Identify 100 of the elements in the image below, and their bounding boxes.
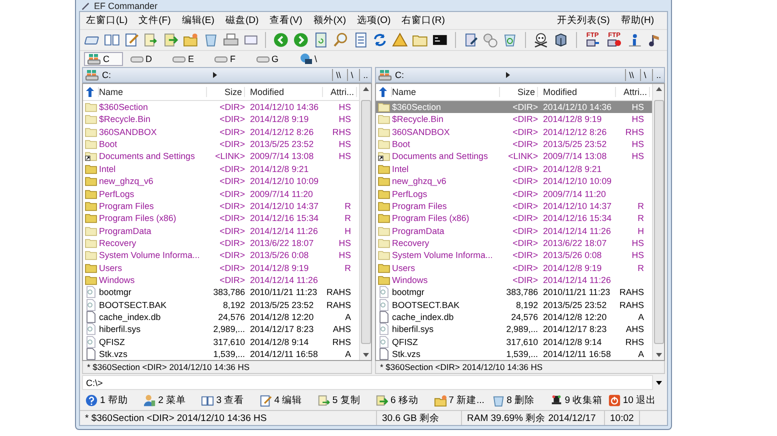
file-row[interactable]: bootmgr 383,786 2010/11/21 11:23 RAHS (376, 286, 652, 298)
menu-item[interactable]: 额外(X) (311, 13, 355, 28)
path-nav-button[interactable]: \\ (332, 69, 344, 81)
function-key-button[interactable]: 10 退出 (606, 394, 664, 407)
file-row[interactable]: bootmgr 383,786 2010/11/21 11:23 RAHS (83, 286, 359, 298)
column-header[interactable]: Name (392, 86, 500, 97)
function-key-button[interactable]: 6 移动 (373, 394, 432, 407)
file-row[interactable]: Windows <DIR> 2014/12/14 11:26 (83, 274, 359, 286)
column-header[interactable]: Attri... (323, 86, 357, 97)
drive-button[interactable]: C (84, 52, 122, 66)
file-row[interactable]: hiberfil.sys 2,989,... 2014/12/17 8:23 AHS (376, 323, 652, 336)
warning-icon[interactable] (392, 32, 408, 48)
column-header[interactable]: Modified (538, 86, 616, 97)
file-row[interactable]: 360SANDBOX <DIR> 2014/12/12 8:26 RHS (83, 126, 359, 138)
page-arrow-icon[interactable] (143, 32, 160, 48)
bucket-refresh-icon[interactable] (502, 32, 518, 48)
file-row[interactable]: hiberfil.sys 2,989,... 2014/12/17 8:23 AHS (83, 323, 359, 336)
file-row[interactable]: Stk.vzs 1,539,... 2014/12/11 16:58 A (376, 348, 652, 360)
file-row[interactable]: new_ghzq_v6 <DIR> 2014/12/10 10:09 (376, 175, 652, 188)
terminal-icon[interactable] (432, 32, 448, 48)
search-icon[interactable] (332, 32, 349, 48)
file-row[interactable]: System Volume Informa... <DIR> 2013/5/26 0:08 HS (83, 249, 359, 262)
drive-button[interactable]: E (169, 52, 208, 66)
function-key-button[interactable]: 3 查看 (199, 394, 258, 407)
drive-button[interactable]: \ (296, 52, 330, 66)
file-row[interactable]: Users <DIR> 2014/12/8 9:19 R (83, 261, 359, 274)
function-key-button[interactable]: 4 编辑 (257, 394, 316, 407)
info-icon[interactable] (627, 32, 644, 48)
notepad-pen-icon[interactable] (124, 32, 140, 48)
column-header[interactable]: Size (207, 86, 245, 97)
scroll-up-icon[interactable] (656, 87, 662, 91)
bucket-icon[interactable] (202, 32, 219, 48)
menu-item[interactable]: 右窗口(R) (400, 13, 454, 28)
file-row[interactable]: Documents and Settings <LINK> 2009/7/14 13:08 HS (83, 150, 359, 163)
function-key-button[interactable]: 5 复制 (315, 394, 374, 407)
skull-icon[interactable] (533, 32, 549, 48)
file-row[interactable]: Program Files (x86) <DIR> 2014/12/16 15:34 R (83, 212, 359, 224)
file-row[interactable]: PerfLogs <DIR> 2009/7/14 11:20 (83, 187, 359, 200)
file-row[interactable]: System Volume Informa... <DIR> 2013/5/26 0:08 HS (376, 249, 652, 262)
function-key-button[interactable]: 7 新建... (432, 394, 490, 407)
file-row[interactable]: Boot <DIR> 2013/5/25 23:52 HS (376, 138, 652, 150)
file-row[interactable]: ProgramData <DIR> 2014/12/14 11:26 H (376, 224, 652, 237)
path-nav-button[interactable]: .. (652, 69, 664, 81)
menu-item[interactable]: 查看(V) (268, 13, 312, 28)
file-row[interactable]: Recovery <DIR> 2013/6/22 18:07 HS (83, 236, 359, 250)
folder-star-icon[interactable] (183, 32, 199, 48)
menu-item[interactable]: 左窗口(L) (84, 13, 137, 28)
file-row[interactable]: Boot <DIR> 2013/5/25 23:52 HS (83, 138, 359, 150)
file-row[interactable]: $360Section <DIR> 2014/12/10 14:36 HS (83, 100, 359, 114)
menu-item[interactable]: 编辑(E) (180, 13, 224, 28)
document-icon[interactable] (352, 32, 368, 48)
file-row[interactable]: Intel <DIR> 2014/12/8 9:21 (83, 162, 359, 175)
file-row[interactable]: Users <DIR> 2014/12/8 9:19 R (376, 261, 652, 274)
file-row[interactable]: new_ghzq_v6 <DIR> 2014/12/10 10:09 (83, 175, 359, 188)
file-row[interactable]: Stk.vzs 1,539,... 2014/12/11 16:58 A (83, 348, 359, 360)
file-row[interactable]: Recovery <DIR> 2013/6/22 18:07 HS (376, 236, 652, 250)
function-key-button[interactable]: 2 菜单 (141, 394, 200, 407)
file-row[interactable]: cache_index.db 24,576 2014/12/8 12:20 A (83, 310, 359, 324)
menu-item[interactable]: 开关列表(S) (555, 13, 619, 28)
file-row[interactable]: $Recycle.Bin <DIR> 2014/12/8 9:19 HS (376, 113, 652, 126)
refresh-icon[interactable] (372, 32, 388, 48)
function-key-button[interactable]: 1 帮助 (83, 394, 142, 407)
menu-item[interactable]: 磁盘(D) (223, 13, 268, 28)
drive-button[interactable]: G (252, 52, 292, 66)
scroll-up-icon[interactable] (362, 87, 368, 91)
cube-icon[interactable] (552, 32, 569, 48)
function-key-button[interactable]: 9 收集箱 (548, 394, 606, 407)
document-pen-icon[interactable] (462, 32, 478, 48)
drive-button[interactable]: D (126, 52, 165, 66)
file-row[interactable]: Program Files <DIR> 2014/12/10 14:37 R (376, 200, 652, 212)
drive-button[interactable]: F (211, 52, 249, 66)
scrollbar[interactable] (359, 84, 371, 360)
file-row[interactable]: BOOTSECT.BAK 8,192 2013/5/25 23:52 RAHS (83, 298, 359, 311)
file-row[interactable]: cache_index.db 24,576 2014/12/8 12:20 A (376, 310, 652, 324)
file-row[interactable]: QFISZ 317,610 2014/12/8 9:14 RHS (83, 335, 359, 348)
page-arrow-icon[interactable] (163, 32, 180, 48)
printer-icon[interactable] (222, 32, 238, 48)
column-header[interactable]: Modified (245, 86, 323, 97)
scroll-down-icon[interactable] (656, 353, 662, 357)
file-row[interactable]: Windows <DIR> 2014/12/14 11:26 (376, 274, 652, 286)
file-row[interactable]: 360SANDBOX <DIR> 2014/12/12 8:26 RHS (376, 126, 652, 138)
file-row[interactable]: Intel <DIR> 2014/12/8 9:21 (376, 162, 652, 175)
path-nav-button[interactable]: .. (359, 69, 371, 81)
command-line-field[interactable]: C:\> (82, 375, 653, 390)
menu-item[interactable]: 帮助(H) (618, 13, 663, 28)
file-row[interactable]: $Recycle.Bin <DIR> 2014/12/8 9:19 HS (83, 113, 359, 126)
column-header[interactable]: Attri... (616, 86, 650, 97)
file-row[interactable]: Program Files <DIR> 2014/12/10 14:37 R (83, 200, 359, 212)
up-arrow-icon[interactable] (378, 86, 386, 97)
path-nav-button[interactable]: \\ (625, 69, 637, 81)
page-refresh-icon[interactable] (312, 32, 329, 48)
file-row[interactable]: ProgramData <DIR> 2014/12/14 11:26 H (83, 224, 359, 237)
function-key-button[interactable]: 8 删除 (490, 394, 548, 407)
scroll-down-icon[interactable] (362, 353, 368, 357)
book-icon[interactable] (104, 32, 120, 48)
file-row[interactable]: Documents and Settings <LINK> 2009/7/14 13:08 HS (376, 150, 652, 163)
column-header[interactable]: Name (99, 86, 207, 97)
up-arrow-icon[interactable] (86, 86, 94, 97)
menu-item[interactable]: 选项(O) (354, 13, 400, 28)
file-row[interactable]: PerfLogs <DIR> 2009/7/14 11:20 (376, 187, 652, 200)
